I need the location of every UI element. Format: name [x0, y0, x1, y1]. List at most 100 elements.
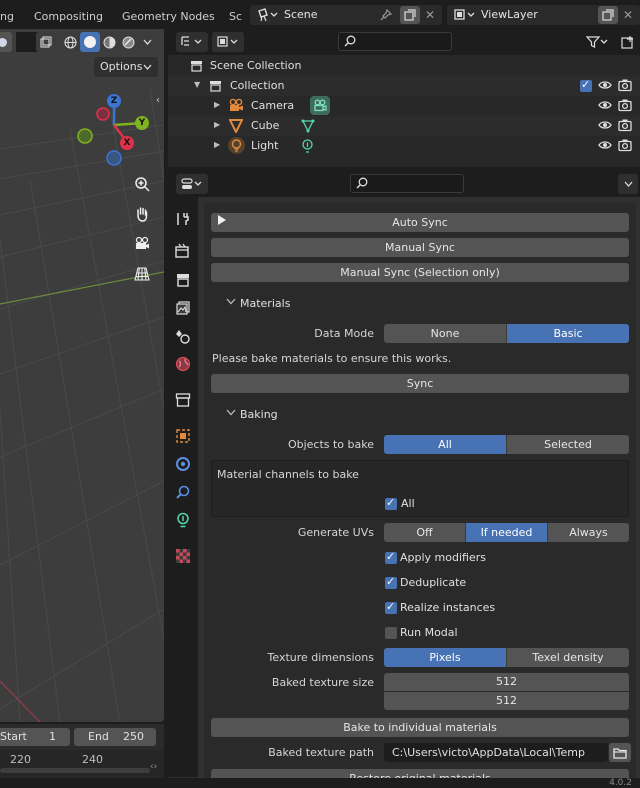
workspace-tab-shading[interactable]: ng — [0, 10, 14, 23]
object-mode-icon[interactable] — [0, 32, 12, 52]
timeline-scrollbar[interactable] — [0, 768, 150, 773]
modifier-tab-icon[interactable] — [173, 454, 193, 474]
objects-to-bake-option-all[interactable]: All — [384, 435, 507, 454]
restore-original-materials-button[interactable]: Restore original materials — [211, 769, 629, 778]
view-options-icon[interactable] — [212, 32, 244, 52]
outliner-row-camera[interactable]: ▶ Camera — [168, 96, 640, 116]
world-tab-icon[interactable] — [173, 354, 193, 374]
manual-sync-button[interactable]: Manual Sync — [211, 238, 629, 257]
workspace-tab-compositing[interactable]: Compositing — [34, 10, 103, 23]
expand-right-icon[interactable]: ▶ — [214, 140, 220, 149]
camera-view-icon[interactable] — [128, 230, 156, 258]
outliner-row-light[interactable]: ▶ Light — [168, 136, 640, 156]
scene-name[interactable]: Scene — [284, 8, 318, 21]
sidebar-toggle-icon[interactable]: ‹ — [156, 95, 160, 106]
expand-right-icon[interactable]: ▶ — [214, 120, 220, 129]
scroll-arrows-icon[interactable]: ‹› — [150, 762, 157, 772]
new-scene-icon[interactable] — [400, 6, 420, 24]
deduplicate-checkbox[interactable] — [385, 575, 397, 589]
materials-section-header[interactable]: Materials — [204, 292, 636, 316]
gizmo-axis-y[interactable]: Y — [135, 116, 149, 130]
physics-tab-icon[interactable] — [173, 482, 193, 502]
solid-shading-icon[interactable] — [80, 32, 100, 52]
realize-instances-checkbox[interactable] — [385, 600, 397, 614]
display-mode-icon[interactable] — [176, 32, 208, 52]
wireframe-shading-icon[interactable] — [60, 32, 80, 52]
tool-tab-icon[interactable] — [173, 209, 193, 229]
channels-all-checkbox[interactable] — [385, 496, 397, 510]
object-data-light-tab-icon[interactable] — [173, 510, 193, 530]
scene-tab-icon[interactable] — [173, 326, 193, 346]
render-camera-icon[interactable] — [618, 98, 632, 115]
material-preview-icon[interactable] — [99, 32, 119, 52]
outliner-search-input[interactable] — [338, 32, 452, 51]
shading-options-chevron-icon[interactable] — [139, 32, 155, 52]
visibility-eye-icon[interactable] — [598, 98, 612, 115]
render-camera-icon[interactable] — [618, 138, 632, 155]
expand-right-icon[interactable]: ▶ — [214, 100, 220, 109]
data-mode-option-none[interactable]: None — [384, 324, 507, 343]
filter-icon[interactable] — [582, 32, 612, 52]
render-camera-icon[interactable] — [618, 78, 632, 95]
collection-tab-icon[interactable] — [173, 390, 193, 410]
close-icon[interactable]: ✕ — [422, 7, 438, 23]
baked-texture-size-y-field[interactable]: 512 — [384, 692, 629, 710]
outliner-row-cube[interactable]: ▶ Cube — [168, 116, 640, 136]
properties-search-input[interactable] — [350, 174, 464, 193]
texture-dimensions-option-texel-density[interactable]: Texel density — [507, 648, 629, 667]
workspace-tab-scripting[interactable]: Sc — [229, 10, 242, 23]
render-tab-icon[interactable] — [173, 241, 193, 261]
render-camera-icon[interactable] — [618, 118, 632, 135]
generate-uvs-option-if-needed[interactable]: If needed — [466, 523, 548, 542]
texture-tab-icon[interactable] — [173, 546, 193, 566]
workspace-tab-geometry-nodes[interactable]: Geometry Nodes — [122, 10, 215, 23]
generate-uvs-option-always[interactable]: Always — [548, 523, 629, 542]
sync-button[interactable]: Sync — [211, 374, 629, 393]
folder-browse-icon[interactable] — [609, 743, 631, 762]
texture-dimensions-option-pixels[interactable]: Pixels — [384, 648, 507, 667]
options-chevron-down-icon[interactable] — [618, 174, 638, 194]
zoom-icon[interactable] — [128, 170, 156, 198]
objects-to-bake-option-selected[interactable]: Selected — [507, 435, 629, 454]
new-collection-icon[interactable] — [618, 32, 638, 52]
baking-section-header[interactable]: Baking — [204, 403, 636, 427]
auto-sync-button[interactable]: Auto Sync — [211, 213, 629, 232]
3d-viewport[interactable]: Z Y X ‹ — [0, 29, 164, 722]
new-view-layer-icon[interactable] — [598, 6, 618, 24]
visibility-eye-icon[interactable] — [598, 78, 612, 95]
object-tab-icon[interactable] — [173, 426, 193, 446]
gizmo-axis-z[interactable]: Z — [107, 94, 121, 108]
frame-start-field[interactable]: Start 1 — [0, 728, 70, 746]
pin-icon[interactable] — [378, 7, 394, 23]
scene-selector[interactable]: Scene ✕ — [250, 5, 442, 25]
camera-data-icon[interactable] — [310, 96, 330, 115]
expand-down-icon[interactable]: ▼ — [194, 80, 200, 89]
rendered-shading-icon[interactable] — [118, 32, 138, 52]
view-layer-name[interactable]: ViewLayer — [481, 8, 538, 21]
exclude-checkbox[interactable] — [580, 78, 592, 92]
close-icon[interactable]: ✕ — [620, 7, 636, 23]
frame-end-field[interactable]: End 250 — [74, 728, 156, 746]
light-data-icon[interactable] — [301, 139, 314, 156]
perspective-grid-icon[interactable] — [128, 260, 156, 288]
xray-toggle-icon[interactable] — [36, 32, 56, 52]
mesh-data-icon[interactable] — [301, 119, 315, 136]
baked-texture-size-x-field[interactable]: 512 — [384, 673, 629, 691]
gizmo-axis-x[interactable]: X — [120, 136, 134, 150]
view-layer-selector[interactable]: ViewLayer ✕ — [447, 5, 640, 25]
baked-texture-path-input[interactable]: C:\Users\victo\AppData\Local\Temp — [384, 743, 608, 762]
outliner-row-collection[interactable]: ▼ Collection — [168, 76, 640, 96]
visibility-eye-icon[interactable] — [598, 138, 612, 155]
outliner-row-scene-collection[interactable]: Scene Collection — [168, 56, 640, 76]
view-layer-tab-icon[interactable] — [173, 298, 193, 318]
output-tab-icon[interactable] — [173, 270, 193, 290]
pan-hand-icon[interactable] — [128, 200, 156, 228]
viewport-options-button[interactable]: Options — [94, 57, 158, 77]
visibility-eye-icon[interactable] — [598, 118, 612, 135]
manual-sync-selection-button[interactable]: Manual Sync (Selection only) — [211, 263, 629, 282]
apply-modifiers-checkbox[interactable] — [385, 550, 397, 564]
editor-type-icon[interactable] — [176, 174, 208, 194]
data-mode-option-basic[interactable]: Basic — [507, 324, 629, 343]
bake-individual-materials-button[interactable]: Bake to individual materials — [211, 718, 629, 737]
generate-uvs-option-off[interactable]: Off — [384, 523, 466, 542]
